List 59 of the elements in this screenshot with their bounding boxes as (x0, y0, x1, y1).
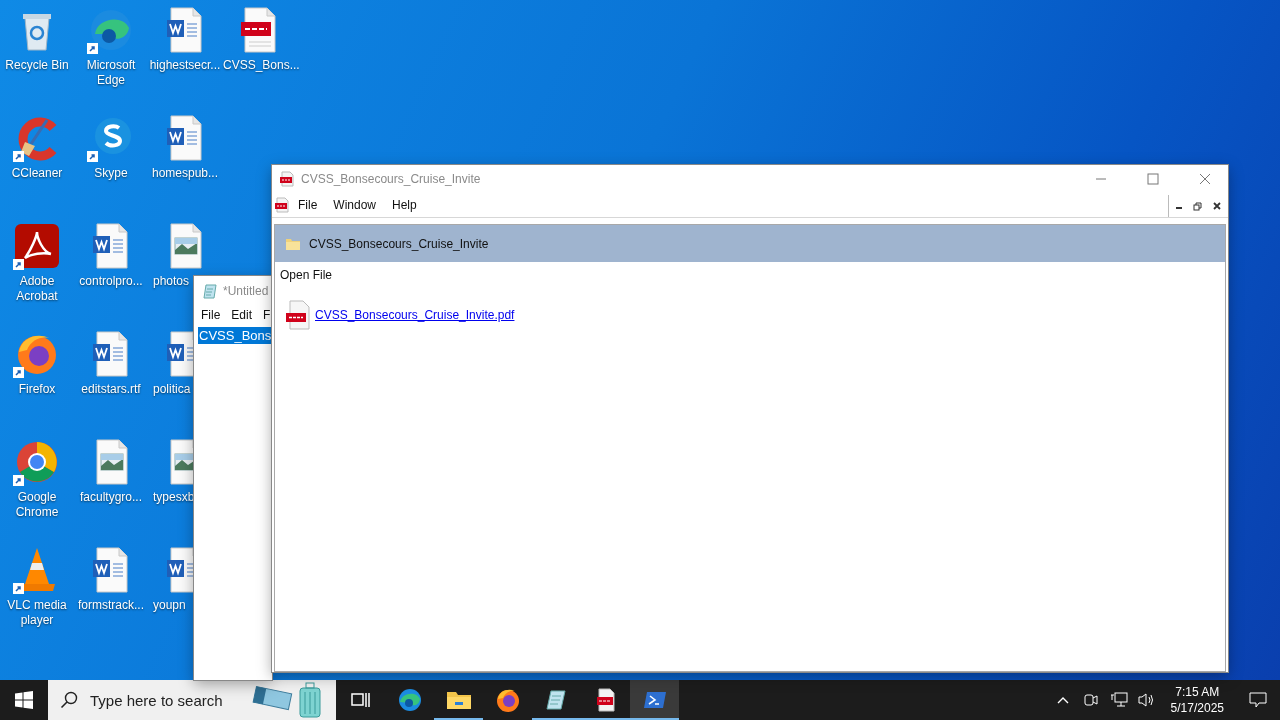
pdf-app-icon (279, 170, 295, 187)
shortcut-arrow-icon (13, 475, 24, 486)
notepad-icon (544, 688, 569, 712)
shortcut-arrow-icon (13, 367, 24, 378)
desktop-icon-label[interactable]: highestsecr... (149, 58, 221, 73)
desktop-icon-label[interactable]: Google Chrome (1, 490, 73, 520)
desktop-icon-label[interactable]: Adobe Acrobat (1, 274, 73, 304)
desktop-icon-label[interactable]: controlpro... (79, 274, 143, 289)
maximize-icon (1147, 172, 1159, 185)
desktop-icon-label[interactable]: Microsoft Edge (75, 58, 147, 88)
shortcut-arrow-icon (13, 151, 24, 162)
desktop-icon-label[interactable]: photos (148, 274, 190, 289)
window-title: CVSS_Bonsecours_Cruise_Invite (301, 171, 481, 186)
search-icon (60, 691, 78, 709)
tickets-suitcase-drawing (252, 682, 324, 718)
folder-icon (445, 689, 472, 711)
desktop-icon-label[interactable]: formstrack... (78, 598, 144, 613)
taskbar-app-button[interactable] (630, 680, 679, 720)
windows-logo-icon (15, 691, 33, 709)
desktop-icon-label[interactable]: editstars.rtf (81, 382, 141, 397)
desktop-icon-label[interactable]: politica (148, 382, 191, 397)
window-title: *Untitled (223, 284, 269, 298)
desktop-icon-label[interactable]: youpn (148, 598, 186, 613)
browser-swirl-icon (396, 687, 423, 713)
close-icon (1212, 202, 1221, 210)
shortcut-arrow-icon (13, 259, 24, 270)
menu-item[interactable]: F (263, 308, 271, 322)
acrobat-icon (13, 222, 61, 270)
close-icon (1199, 172, 1211, 185)
search-box[interactable]: Type here to search (48, 680, 336, 720)
menu-item[interactable]: Help (384, 193, 425, 216)
menu-item[interactable]: File (201, 308, 221, 322)
shortcut-arrow-icon (13, 583, 24, 594)
menu-item[interactable]: File (290, 193, 326, 216)
desktop-icon-label[interactable]: Firefox (18, 382, 56, 397)
restore-icon (1193, 201, 1202, 211)
shortcut-arrow-icon (87, 151, 98, 162)
desktop-icon-label[interactable]: VLC media player (1, 598, 73, 628)
desktop-icon-label[interactable]: Skype (94, 166, 128, 181)
desktop-icon-label[interactable]: Recycle Bin (5, 58, 69, 73)
menu-item[interactable]: Window (325, 193, 385, 216)
folder-name: CVSS_Bonsecours_Cruise_Invite (309, 236, 489, 251)
clock[interactable]: 7:15 AM 5/17/2025 (1162, 684, 1232, 716)
search-field[interactable]: Type here to search (88, 690, 242, 710)
desktop-icon-label[interactable]: CCleaner (11, 166, 63, 181)
menu-item[interactable]: Edit (231, 308, 253, 322)
selected-text: CVSS_Bons (198, 327, 272, 344)
folder-icon (285, 236, 301, 251)
task-view-icon (350, 691, 371, 709)
shortcut-arrow-icon (87, 43, 98, 54)
notepad-icon (202, 283, 218, 299)
file-link[interactable]: CVSS_Bonsecours_Cruise_Invite.pdf (315, 308, 515, 322)
desktop-icon-label[interactable]: homespub... (151, 166, 218, 181)
pdf-file-icon (285, 300, 311, 330)
fox-globe-icon (494, 687, 521, 713)
desktop-icon-label[interactable]: facultygro... (80, 490, 142, 505)
terminal-prompt-icon (642, 690, 667, 710)
section-heading: Open File (280, 268, 334, 282)
desktop-icon-label[interactable]: typesxb (148, 490, 195, 505)
